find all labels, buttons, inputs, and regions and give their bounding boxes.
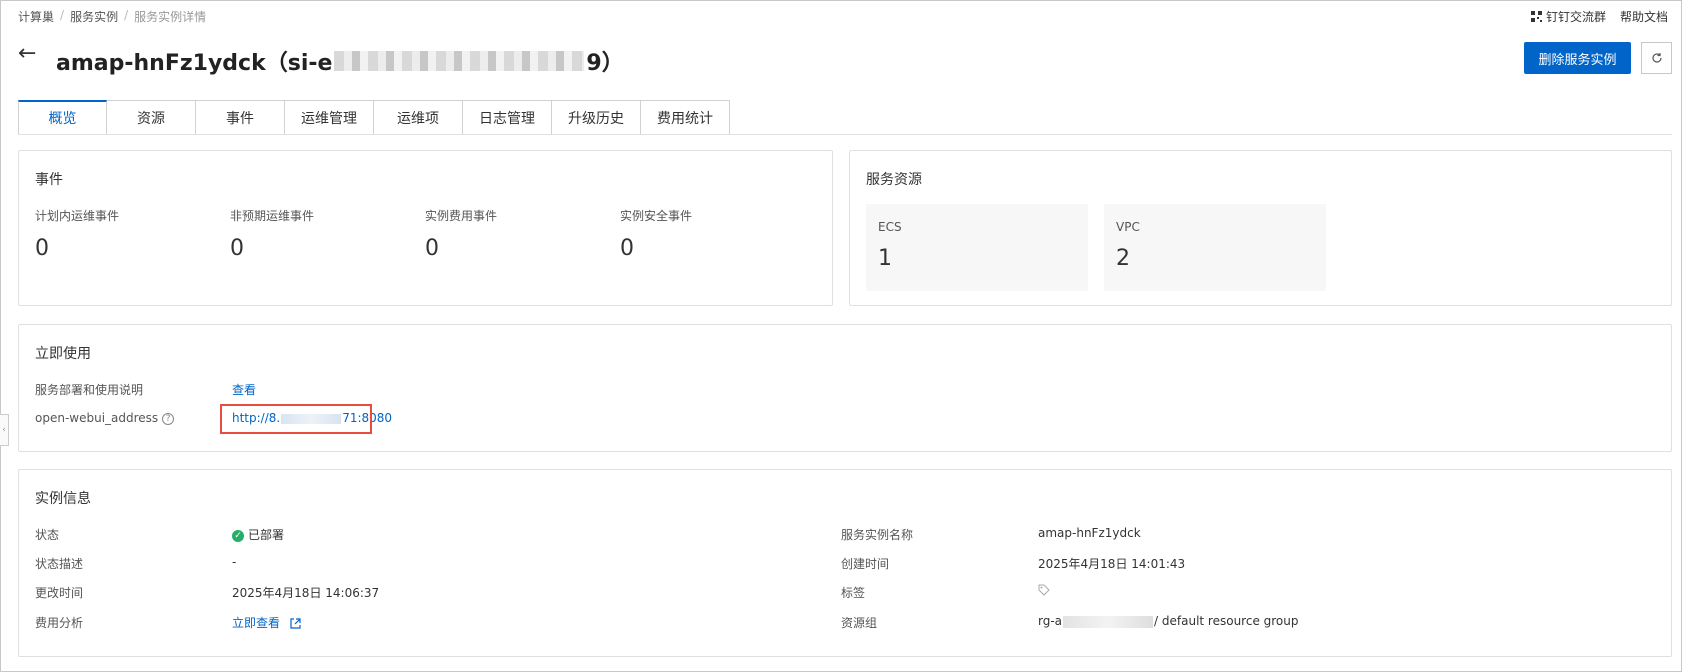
tag-icon[interactable] (1038, 584, 1050, 599)
cost-view-link[interactable]: 立即查看 (232, 614, 301, 631)
help-docs-link[interactable]: 帮助文档 (1620, 8, 1668, 25)
breadcrumb-separator: / (124, 8, 129, 22)
event-count: 0 (620, 236, 634, 261)
event-label: 计划内运维事件 (35, 209, 120, 223)
status-desc-value: - (232, 555, 237, 569)
event-count: 0 (230, 236, 244, 261)
deploy-doc-view-link[interactable]: 查看 (232, 381, 256, 398)
resource-ecs[interactable]: ECS 1 (866, 204, 1088, 291)
redacted-rg-id (1063, 615, 1154, 628)
use-now-title: 立即使用 (35, 346, 91, 362)
title-prefix: amap-hnFz1ydck（si-e (56, 51, 333, 76)
status-desc-label: 状态描述 (35, 557, 84, 571)
event-count: 0 (425, 236, 439, 261)
created-time-value: 2025年4月18日 14:01:43 (1038, 557, 1186, 571)
status-value-row: ✓ 已部署 (232, 526, 284, 543)
dingtalk-group-link[interactable]: 钉钉交流群 (1530, 8, 1606, 25)
resource-count: 2 (1116, 246, 1130, 271)
tab-resources[interactable]: 资源 (107, 100, 196, 135)
tab-events[interactable]: 事件 (196, 100, 285, 135)
modified-time-value: 2025年4月18日 14:06:37 (232, 586, 380, 600)
events-title: 事件 (35, 172, 63, 188)
event-security: 实例安全事件 0 (620, 207, 800, 261)
rg-suffix: / default resource group (1154, 614, 1299, 628)
resource-label: VPC (1116, 220, 1140, 234)
tab-ops-items[interactable]: 运维项 (374, 100, 463, 135)
event-planned: 计划内运维事件 0 (35, 207, 215, 261)
address-label: open-webui_address (35, 411, 159, 425)
tab-log-management[interactable]: 日志管理 (463, 100, 552, 135)
event-label: 实例安全事件 (620, 209, 693, 223)
status-value: 已部署 (248, 528, 285, 542)
title-suffix: 9） (586, 51, 624, 76)
resource-vpc[interactable]: VPC 2 (1104, 204, 1326, 291)
resources-card: 服务资源 ECS 1 VPC 2 (849, 150, 1672, 306)
cost-view-label: 立即查看 (232, 616, 281, 630)
event-label: 实例费用事件 (425, 209, 498, 223)
refresh-icon (1651, 53, 1662, 63)
rg-prefix: rg-a (1038, 614, 1063, 628)
external-link-icon (290, 618, 301, 629)
event-count: 0 (35, 236, 49, 261)
qrcode-icon (1530, 11, 1542, 22)
event-cost: 实例费用事件 0 (425, 207, 605, 261)
resources-title: 服务资源 (866, 172, 922, 188)
cost-analysis-label: 费用分析 (35, 616, 84, 630)
modified-time-label: 更改时间 (35, 586, 84, 600)
tab-cost-statistics[interactable]: 费用统计 (641, 100, 730, 135)
collapse-handle-icon[interactable]: ‹ (0, 414, 9, 446)
instance-info-title: 实例信息 (35, 491, 91, 507)
page-title: amap-hnFz1ydck（si-e 9） (56, 45, 624, 77)
back-arrow-icon[interactable]: ← (18, 43, 36, 65)
delete-instance-button[interactable]: 删除服务实例 (1524, 42, 1631, 74)
tab-overview[interactable]: 概览 (18, 100, 107, 135)
breadcrumb-separator: / (60, 8, 65, 22)
tab-upgrade-history[interactable]: 升级历史 (552, 100, 641, 135)
redacted-instance-id (334, 51, 585, 71)
resource-count: 1 (878, 246, 892, 271)
resource-group-value: rg-a / default resource group (1038, 614, 1299, 628)
address-label-row: open-webui_address? (35, 411, 175, 425)
instance-name-label: 服务实例名称 (841, 528, 914, 542)
refresh-button[interactable] (1641, 42, 1672, 74)
check-circle-icon: ✓ (232, 529, 244, 542)
instance-name-value: amap-hnFz1ydck (1038, 526, 1141, 540)
help-question-icon[interactable]: ? (162, 412, 175, 425)
deploy-doc-label: 服务部署和使用说明 (35, 383, 144, 397)
resource-label: ECS (878, 220, 902, 234)
event-label: 非预期运维事件 (230, 209, 315, 223)
tab-ops-management[interactable]: 运维管理 (285, 100, 374, 135)
tab-bar: 概览 资源 事件 运维管理 运维项 日志管理 升级历史 费用统计 (18, 100, 730, 135)
tags-label: 标签 (841, 586, 866, 600)
created-time-label: 创建时间 (841, 557, 890, 571)
breadcrumb: 计算巢 / 服务实例 / 服务实例详情 (18, 8, 206, 25)
events-card: 事件 计划内运维事件 0 非预期运维事件 0 实例费用事件 0 实例安全事件 0 (18, 150, 833, 306)
event-unplanned: 非预期运维事件 0 (230, 207, 410, 261)
breadcrumb-current: 服务实例详情 (134, 10, 207, 24)
resource-group-label: 资源组 (841, 616, 878, 630)
breadcrumb-service-instances[interactable]: 服务实例 (70, 8, 118, 25)
breadcrumb-compute-nest[interactable]: 计算巢 (18, 8, 54, 25)
top-links: 钉钉交流群 帮助文档 (1530, 8, 1668, 25)
address-highlight-box (220, 404, 372, 434)
status-label: 状态 (35, 528, 60, 542)
dingtalk-group-label: 钉钉交流群 (1545, 10, 1606, 24)
tab-divider (18, 134, 1672, 135)
